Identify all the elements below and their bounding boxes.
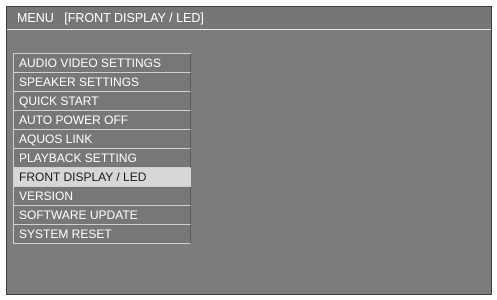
menu-item-system-reset[interactable]: SYSTEM RESET	[13, 225, 191, 244]
menu-item-quick-start[interactable]: QUICK START	[13, 92, 191, 111]
title-bar: MENU [FRONT DISPLAY / LED]	[7, 7, 491, 30]
menu-item-version[interactable]: VERSION	[13, 187, 191, 206]
menu-item-playback-setting[interactable]: PLAYBACK SETTING	[13, 149, 191, 168]
menu-item-auto-power-off[interactable]: AUTO POWER OFF	[13, 111, 191, 130]
menu-item-front-display-led[interactable]: FRONT DISPLAY / LED	[13, 168, 191, 187]
menu-screen: MENU [FRONT DISPLAY / LED] AUDIO VIDEO S…	[6, 6, 492, 295]
menu-title: MENU	[17, 11, 54, 25]
menu-list: AUDIO VIDEO SETTINGS SPEAKER SETTINGS QU…	[13, 53, 191, 244]
menu-item-software-update[interactable]: SOFTWARE UPDATE	[13, 206, 191, 225]
menu-item-audio-video-settings[interactable]: AUDIO VIDEO SETTINGS	[13, 54, 191, 73]
menu-item-speaker-settings[interactable]: SPEAKER SETTINGS	[13, 73, 191, 92]
current-section-title: [FRONT DISPLAY / LED]	[64, 11, 204, 25]
menu-item-aquos-link[interactable]: AQUOS LINK	[13, 130, 191, 149]
